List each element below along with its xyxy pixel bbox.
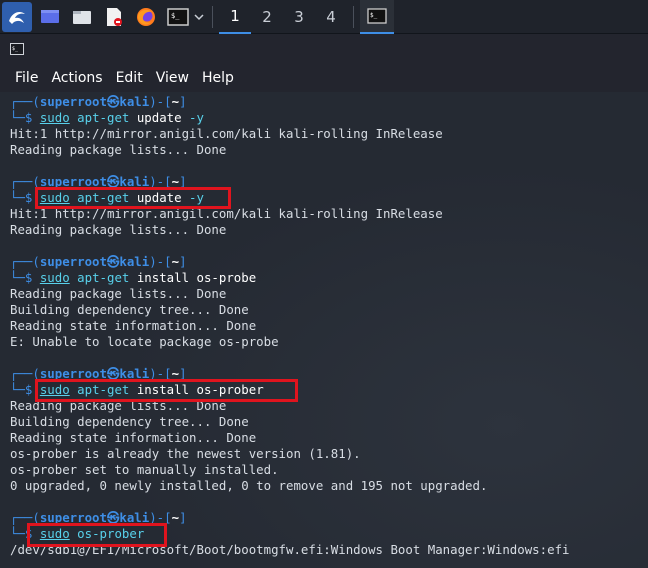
taskbar: $_ 1 2 3 4 $_ (0, 0, 648, 34)
svg-text:$_: $_ (12, 46, 19, 52)
output-line: os-prober set to manually installed. (10, 462, 279, 477)
kali-menu-icon[interactable] (2, 1, 32, 32)
terminal-icon[interactable]: $_ (164, 3, 192, 31)
menu-view[interactable]: View (156, 70, 189, 86)
terminal-output[interactable]: ┌──(superroot㉿kali)-[~] └─$ sudo apt-get… (0, 92, 648, 568)
prompt-line: ┌──(superroot㉿kali)-[~] (10, 94, 187, 109)
text-editor-icon[interactable] (100, 3, 128, 31)
prompt-line: ┌──(superroot㉿kali)-[~] (10, 174, 187, 189)
output-line: Reading state information... Done (10, 318, 257, 333)
output-line: os-prober is already the newest version … (10, 446, 361, 461)
svg-text:$_: $_ (370, 12, 378, 19)
output-line: Reading package lists... Done (10, 142, 227, 157)
command-line: └─$ sudo apt-get install os-prober (10, 382, 264, 397)
firefox-icon[interactable] (132, 3, 160, 31)
command-line: └─$ sudo os-prober (10, 526, 145, 541)
output-line: 0 upgraded, 0 newly installed, 0 to remo… (10, 478, 488, 493)
output-line: Reading package lists... Done (10, 286, 227, 301)
taskbar-separator (353, 5, 354, 28)
command-line: └─$ sudo apt-get update -y (10, 110, 204, 125)
output-line: Reading state information... Done (10, 430, 257, 445)
menu-bar: File Actions Edit View Help (0, 63, 648, 92)
workspace-3[interactable]: 3 (283, 0, 315, 34)
terminal-window-button[interactable]: $_ (360, 0, 394, 34)
prompt-line: ┌──(superroot㉿kali)-[~] (10, 366, 187, 381)
window-titlebar: $_ (0, 35, 648, 63)
menu-file[interactable]: File (15, 70, 38, 86)
file-manager-icon[interactable] (68, 3, 96, 31)
desktop-icon[interactable] (36, 3, 64, 31)
output-line: Hit:1 http://mirror.anigil.com/kali kali… (10, 206, 443, 221)
prompt-line: ┌──(superroot㉿kali)-[~] (10, 510, 187, 525)
menu-edit[interactable]: Edit (116, 70, 143, 86)
svg-text:$_: $_ (171, 12, 180, 20)
terminal-icon: $_ (10, 40, 24, 59)
workspace-1[interactable]: 1 (219, 0, 251, 34)
command-line: └─$ sudo apt-get update -y (10, 190, 204, 205)
output-line: /dev/sdb1@/EFI/Microsoft/Boot/bootmgfw.e… (10, 542, 570, 557)
menu-actions[interactable]: Actions (51, 70, 102, 86)
output-line: Reading package lists... Done (10, 222, 227, 237)
output-line: Reading package lists... Done (10, 398, 227, 413)
prompt-line: ┌──(superroot㉿kali)-[~] (10, 254, 187, 269)
output-line: Hit:1 http://mirror.anigil.com/kali kali… (10, 126, 443, 141)
chevron-down-icon[interactable] (192, 3, 206, 31)
workspace-2[interactable]: 2 (251, 0, 283, 34)
command-line: └─$ sudo apt-get install os-probe (10, 270, 257, 285)
output-line: E: Unable to locate package os-probe (10, 334, 279, 349)
workspace-4[interactable]: 4 (315, 0, 347, 34)
menu-help[interactable]: Help (202, 70, 234, 86)
taskbar-separator (212, 5, 213, 28)
output-line: Building dependency tree... Done (10, 302, 249, 317)
output-line: Building dependency tree... Done (10, 414, 249, 429)
